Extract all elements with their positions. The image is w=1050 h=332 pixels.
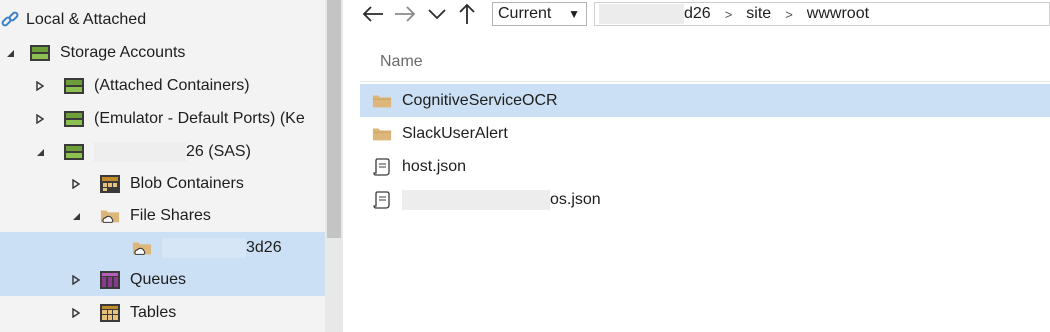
list-item-name: os.json xyxy=(550,190,601,208)
tree-scrollbar-thumb[interactable] xyxy=(327,0,341,238)
folder-cloud-icon xyxy=(100,207,120,225)
storage-icon xyxy=(64,110,84,128)
collapsed-arrow-icon[interactable] xyxy=(34,113,46,125)
storage-icon xyxy=(64,77,84,95)
tree-item-label: Tables xyxy=(130,303,177,321)
folder-icon xyxy=(372,125,392,143)
up-arrow-icon[interactable] xyxy=(454,2,480,26)
tree-item-storage-accounts[interactable]: Storage Accounts xyxy=(0,36,325,69)
tree-item-file-share-selected[interactable]: 3d26 Queues xyxy=(0,232,325,296)
redacted-text xyxy=(402,189,550,210)
tree-item-label: (Attached Containers) xyxy=(94,76,250,94)
tree-item-label: Local & Attached xyxy=(26,10,147,28)
tree-item-queues[interactable]: Queues xyxy=(0,264,186,296)
tree-item-label: Blob Containers xyxy=(130,174,244,192)
table-icon xyxy=(100,303,120,322)
storage-icon xyxy=(30,44,50,62)
breadcrumb-item[interactable]: site xyxy=(746,5,771,23)
folder-cloud-icon xyxy=(132,239,152,257)
tree-item-local-attached[interactable]: Local & Attached xyxy=(0,3,325,36)
list-item-name: SlackUserAlert xyxy=(402,124,508,142)
list-item[interactable]: CognitiveServiceOCR xyxy=(360,84,1050,117)
tree-item-emulator[interactable]: (Emulator - Default Ports) (Ke xyxy=(0,102,325,135)
tree-item-label: Storage Accounts xyxy=(60,43,186,61)
queue-icon xyxy=(100,271,120,289)
column-header-name[interactable]: Name xyxy=(360,42,1050,82)
storage-icon xyxy=(64,143,84,161)
collapsed-arrow-icon[interactable] xyxy=(34,80,46,92)
list-item[interactable]: host.json xyxy=(360,150,1050,183)
explorer-tree: Local & Attached Storage Accounts (Attac… xyxy=(0,0,343,332)
tree-item-label: (Emulator - Default Ports) (Ke xyxy=(94,109,305,127)
column-header-label: Name xyxy=(380,52,423,70)
link-icon xyxy=(0,11,20,29)
breadcrumb[interactable]: d26 > site > wwwroot xyxy=(594,2,1050,26)
tree-item-label: 3d26 xyxy=(246,239,282,256)
list-item-name: host.json xyxy=(402,157,467,175)
redacted-text xyxy=(599,4,684,24)
collapsed-arrow-icon[interactable] xyxy=(70,274,82,286)
redacted-text xyxy=(162,238,246,258)
list-item[interactable]: os.json xyxy=(360,183,1050,216)
breadcrumb-item[interactable]: wwwroot xyxy=(807,5,869,23)
breadcrumb-separator-icon: > xyxy=(724,6,733,22)
redacted-text xyxy=(94,141,186,162)
tree-item-label: 26 (SAS) xyxy=(186,142,251,160)
breadcrumb-separator-icon: > xyxy=(785,6,793,22)
collapsed-arrow-icon[interactable] xyxy=(70,178,82,190)
blob-container-icon xyxy=(100,174,120,193)
list-item-name: CognitiveServiceOCR xyxy=(402,91,558,109)
file-icon xyxy=(372,190,392,209)
tree-item-label: File Shares xyxy=(130,206,211,224)
collapsed-arrow-icon[interactable] xyxy=(70,307,82,319)
tree-item-storage-account-sas[interactable]: 26 (SAS) xyxy=(0,135,325,168)
chevron-down-icon[interactable] xyxy=(424,2,450,26)
forward-arrow-icon[interactable] xyxy=(392,2,418,26)
view-select-value: Current xyxy=(498,5,552,22)
tree-item-blob-containers[interactable]: Blob Containers xyxy=(0,167,325,200)
folder-icon xyxy=(372,92,392,110)
view-select[interactable]: Current ▼ xyxy=(492,2,587,26)
list-item[interactable]: SlackUserAlert xyxy=(360,117,1050,150)
tree-item-label: Queues xyxy=(130,271,187,288)
tree-item-attached-containers[interactable]: (Attached Containers) xyxy=(0,69,325,102)
expanded-arrow-icon[interactable] xyxy=(4,47,16,59)
dropdown-caret-icon: ▼ xyxy=(568,7,580,21)
expanded-arrow-icon[interactable] xyxy=(34,146,46,158)
tree-item-file-shares[interactable]: File Shares xyxy=(0,199,325,232)
back-arrow-icon[interactable] xyxy=(360,2,386,26)
breadcrumb-item[interactable]: d26 xyxy=(684,5,711,23)
tree-item-tables[interactable]: Tables xyxy=(0,296,325,329)
expanded-arrow-icon[interactable] xyxy=(70,210,82,222)
file-icon xyxy=(372,157,392,176)
